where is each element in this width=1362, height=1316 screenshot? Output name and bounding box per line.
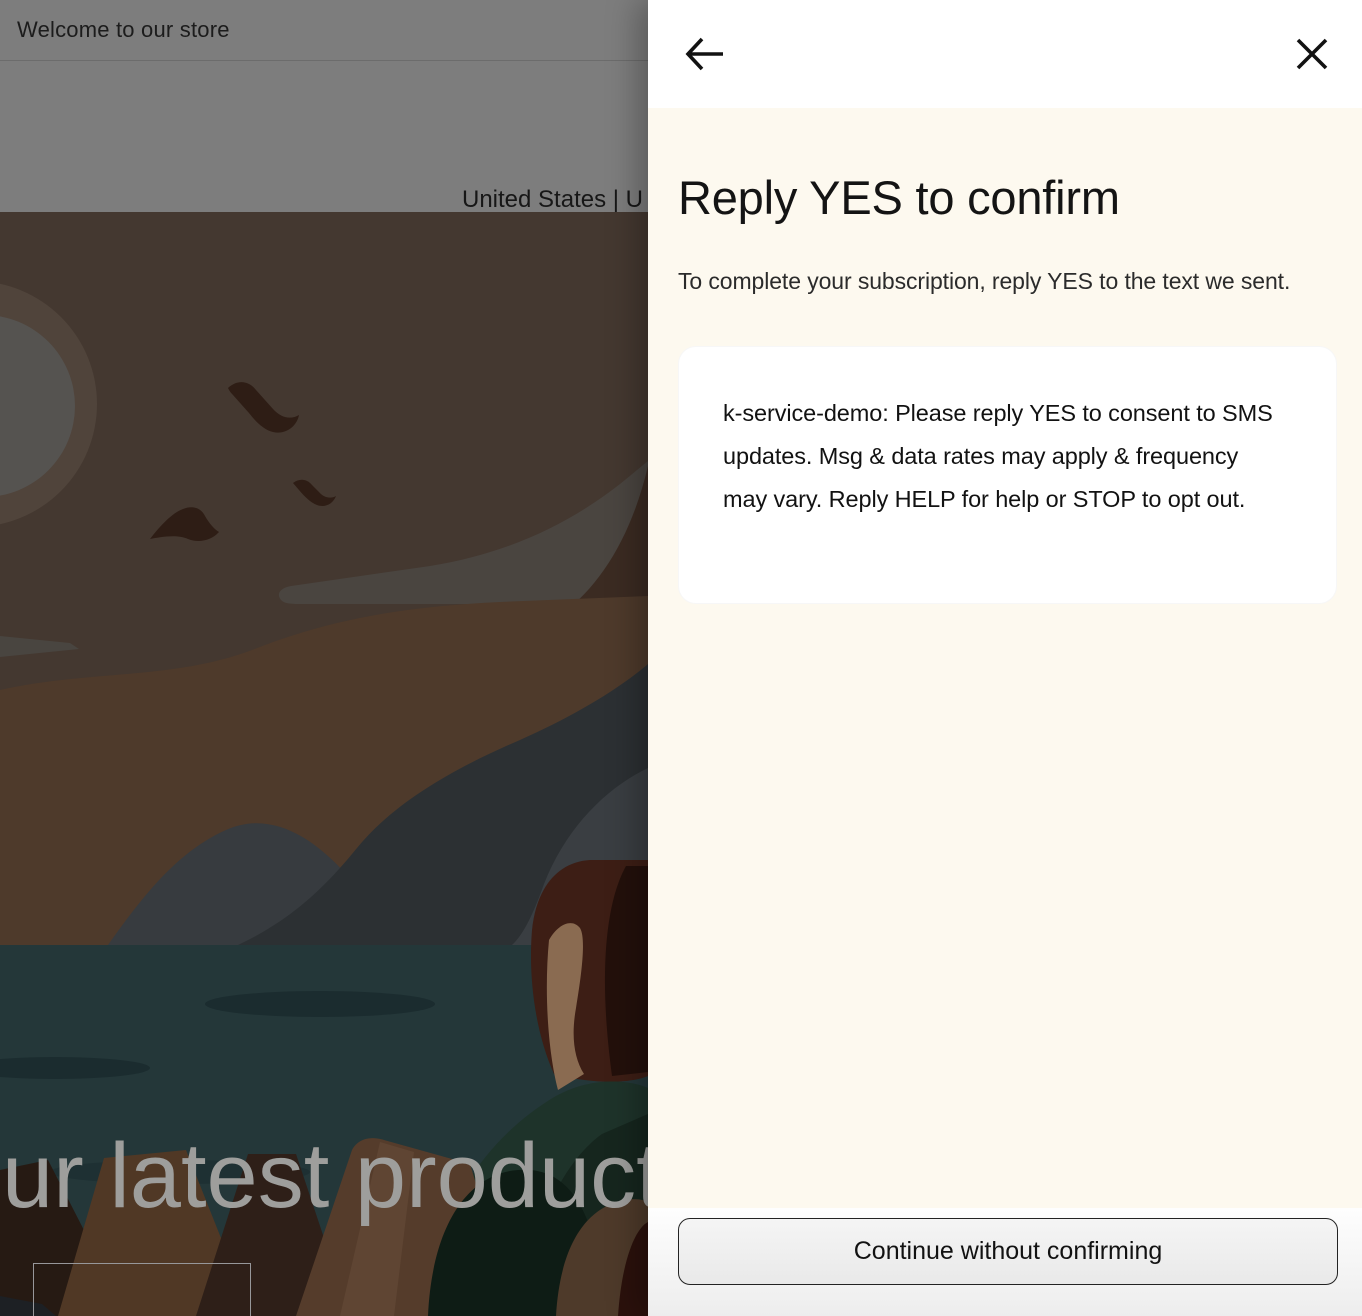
sms-confirm-drawer: Reply YES to confirm To complete your su… [648,0,1362,1316]
back-button[interactable] [684,36,726,72]
drawer-header [648,0,1362,108]
continue-without-confirming-button[interactable]: Continue without confirming [678,1218,1338,1285]
country-selector[interactable]: United States | U [462,186,643,214]
back-arrow-icon [684,36,726,72]
hero-heading: ur latest products [2,1130,708,1222]
sms-message-text: k-service-demo: Please reply YES to cons… [723,392,1288,521]
shop-all-button[interactable]: Shop all [33,1263,251,1316]
drawer-footer: Continue without confirming [648,1208,1362,1316]
close-icon [1295,37,1329,71]
sms-message-card: k-service-demo: Please reply YES to cons… [678,346,1337,604]
drawer-content: Reply YES to confirm To complete your su… [648,108,1362,604]
close-button[interactable] [1295,37,1329,71]
drawer-description: To complete your subscription, reply YES… [678,260,1338,303]
drawer-title: Reply YES to confirm [678,170,1337,226]
announcement-text: Welcome to our store [17,17,230,43]
